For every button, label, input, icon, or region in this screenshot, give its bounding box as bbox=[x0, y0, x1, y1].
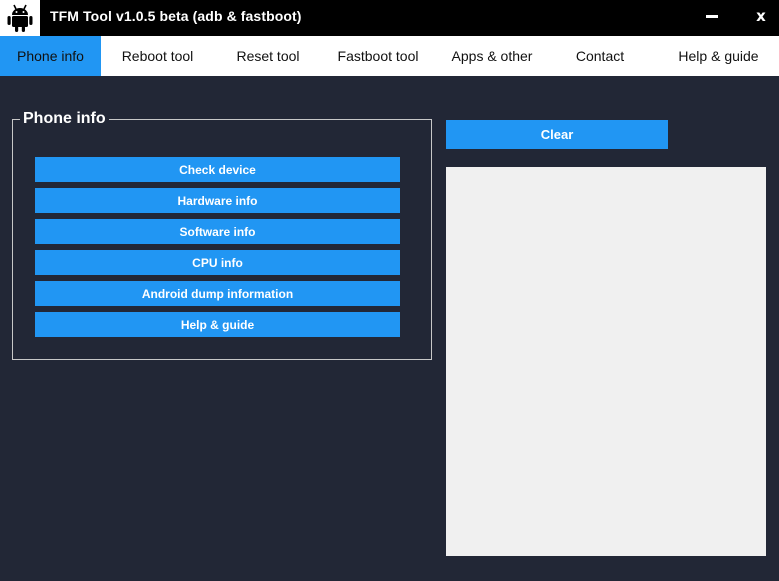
android-robot-icon bbox=[0, 0, 40, 36]
output-textbox[interactable] bbox=[446, 167, 766, 556]
group-title: Phone info bbox=[20, 110, 109, 128]
tab-reset-tool[interactable]: Reset tool bbox=[214, 36, 322, 76]
android-dump-button[interactable]: Android dump information bbox=[35, 281, 400, 306]
tab-phone-info[interactable]: Phone info bbox=[0, 36, 101, 76]
minimize-button[interactable] bbox=[697, 0, 727, 32]
clear-button[interactable]: Clear bbox=[446, 120, 668, 149]
tab-contact[interactable]: Contact bbox=[550, 36, 650, 76]
hardware-info-button[interactable]: Hardware info bbox=[35, 188, 400, 213]
tab-reboot-tool[interactable]: Reboot tool bbox=[101, 36, 214, 76]
close-button[interactable]: x bbox=[746, 0, 776, 32]
tab-bar: Phone info Reboot tool Reset tool Fastbo… bbox=[0, 36, 779, 76]
software-info-button[interactable]: Software info bbox=[35, 219, 400, 244]
phone-info-group: Phone info Check device Hardware info So… bbox=[12, 110, 432, 360]
tab-help-guide[interactable]: Help & guide bbox=[658, 36, 779, 76]
window-title: TFM Tool v1.0.5 beta (adb & fastboot) bbox=[50, 8, 302, 24]
tab-apps-other[interactable]: Apps & other bbox=[434, 36, 550, 76]
check-device-button[interactable]: Check device bbox=[35, 157, 400, 182]
cpu-info-button[interactable]: CPU info bbox=[35, 250, 400, 275]
tab-fastboot-tool[interactable]: Fastboot tool bbox=[322, 36, 434, 76]
title-bar: TFM Tool v1.0.5 beta (adb & fastboot) x bbox=[0, 0, 779, 36]
help-guide-button[interactable]: Help & guide bbox=[35, 312, 400, 337]
minimize-icon bbox=[706, 14, 718, 18]
